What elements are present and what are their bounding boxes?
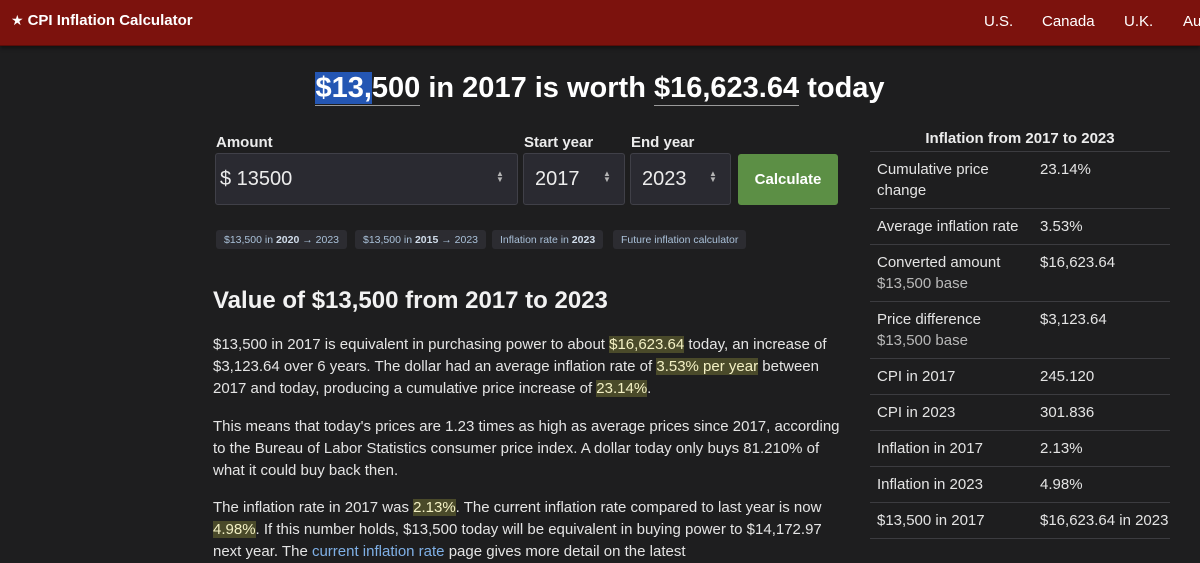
amount-input[interactable]: $ 13500 ▲ ▼ — [215, 153, 518, 205]
end-year-select[interactable]: 2023 ▲ ▼ — [630, 153, 731, 205]
paragraph-cpi: This means that today's prices are 1.23 … — [213, 418, 840, 479]
current-inflation-rate-link[interactable]: current inflation rate — [312, 543, 445, 560]
row-value: 2.13% — [1033, 430, 1170, 467]
table-row: Inflation in 2023 4.98% — [870, 466, 1170, 503]
headline-end: today — [799, 72, 885, 104]
label-text: Average inflation rate — [877, 218, 1019, 235]
nav-link-canada[interactable]: Canada — [1042, 13, 1095, 30]
chip-text: → 2023 — [299, 234, 340, 246]
end-year-chevron-icon: ▲ ▼ — [709, 169, 717, 184]
table-row: Average inflation rate 3.53% — [870, 208, 1170, 245]
table-row: CPI in 2017 245.120 — [870, 358, 1170, 395]
stats-table-title: Inflation from 2017 to 2023 — [925, 130, 1115, 147]
row-label: $13,500 in 2017 — [870, 502, 1033, 539]
start-year-value: 2017 — [535, 168, 580, 190]
text: The inflation rate in 2017 was — [213, 499, 414, 516]
headline-amount-selected: $13, — [315, 72, 372, 104]
highlight-2017-rate: 2.13% — [413, 499, 456, 516]
row-label: Inflation in 2017 — [870, 430, 1033, 467]
table-row: Cumulative price change 23.14% — [870, 151, 1170, 209]
chip-year: 2020 — [275, 234, 300, 246]
amount-label: Amount — [216, 134, 273, 151]
highlight-current-rate: 4.98% — [213, 521, 256, 538]
row-label: Price difference $13,500 base — [870, 301, 1033, 359]
end-year-value: 2023 — [642, 168, 687, 190]
text: . The current inflation rate compared to… — [455, 499, 822, 516]
headline-amount: $13,500 — [315, 72, 421, 106]
text: . — [647, 380, 652, 397]
headline-middle: in 2017 is worth — [420, 72, 654, 104]
text: page gives more detail on the latest — [444, 543, 686, 560]
row-value: $16,623.64 — [1033, 244, 1170, 302]
paragraph-summary: $13,500 in 2017 is equivalent in purchas… — [213, 334, 843, 400]
label-text: Converted amount — [877, 254, 1001, 271]
row-value: $3,123.64 — [1033, 301, 1170, 359]
label-text: Inflation in 2017 — [877, 440, 983, 457]
row-label: Average inflation rate — [870, 208, 1033, 245]
label-text: Price difference — [877, 311, 981, 328]
row-value: 23.14% — [1033, 151, 1170, 209]
row-value: 3.53% — [1033, 208, 1170, 245]
row-label: Inflation in 2023 — [870, 466, 1033, 503]
chip-text: $13,500 in — [363, 234, 415, 246]
star-icon: ★ — [11, 12, 24, 28]
chip-text: $13,500 in — [224, 234, 276, 246]
table-row: $13,500 in 2017 $16,623.64 in 2023 — [870, 502, 1170, 539]
row-label: Cumulative price change — [870, 151, 1033, 209]
section-title: Value of $13,500 from 2017 to 2023 — [213, 287, 608, 314]
top-navbar: ★ CPI Inflation Calculator U.S. Canada U.… — [0, 0, 1200, 46]
label-text: CPI in 2023 — [877, 404, 956, 421]
stats-table: Cumulative price change 23.14% Average i… — [870, 151, 1170, 539]
highlight-rate: 3.53% per year — [656, 358, 759, 375]
paragraph-current-rate: The inflation rate in 2017 was 2.13%. Th… — [213, 497, 843, 563]
row-label: CPI in 2023 — [870, 394, 1033, 431]
table-row: Price difference $13,500 base $3,123.64 — [870, 301, 1170, 359]
label-text: CPI in 2017 — [877, 368, 956, 385]
label-text: Inflation in 2023 — [877, 476, 983, 493]
row-value: 4.98% — [1033, 466, 1170, 503]
amount-stepper-icon[interactable]: ▲ ▼ — [496, 170, 504, 185]
end-year-label: End year — [631, 134, 695, 151]
chip-text: Future inflation calculator — [621, 234, 739, 246]
nav-link-uk[interactable]: U.K. — [1124, 13, 1153, 30]
table-row: Inflation in 2017 2.13% — [870, 430, 1170, 467]
label-text: Cumulative price change — [877, 161, 989, 199]
chip-text: Inflation rate in — [500, 234, 572, 246]
highlight-value: $16,623.64 — [609, 336, 685, 353]
amount-value: $ 13500 — [220, 168, 293, 190]
label-subtext: $13,500 base — [877, 275, 968, 292]
start-year-label: Start year — [524, 134, 594, 151]
chip-inflation-rate-2023[interactable]: Inflation rate in 2023 — [492, 230, 604, 249]
chip-2015-to-2023[interactable]: $13,500 in 2015 → 2023 — [355, 230, 487, 249]
row-value: 301.836 — [1033, 394, 1170, 431]
page-headline: $13,500 in 2017 is worth $16,623.64 toda… — [0, 72, 1200, 106]
calculate-button[interactable]: Calculate — [738, 154, 838, 205]
chip-year: 2015 — [414, 234, 439, 246]
brand-link[interactable]: ★ CPI Inflation Calculator — [11, 12, 193, 29]
chip-year: 2023 — [571, 234, 596, 246]
nav-link-australia[interactable]: Au — [1183, 13, 1200, 30]
chip-2020-to-2023[interactable]: $13,500 in 2020 → 2023 — [216, 230, 348, 249]
headline-result: $16,623.64 — [653, 72, 800, 106]
start-year-select[interactable]: 2017 ▲ ▼ — [523, 153, 625, 205]
row-label: CPI in 2017 — [870, 358, 1033, 395]
text: $13,500 in 2017 is equivalent in purchas… — [213, 336, 610, 353]
headline-amount-rest: 500 — [371, 72, 421, 104]
chip-future-inflation[interactable]: Future inflation calculator — [613, 230, 747, 249]
brand-title: CPI Inflation Calculator — [27, 12, 193, 29]
table-row: Converted amount $13,500 base $16,623.64 — [870, 244, 1170, 302]
nav-link-us[interactable]: U.S. — [984, 13, 1013, 30]
row-value: 245.120 — [1033, 358, 1170, 395]
label-subtext: $13,500 base — [877, 332, 968, 349]
chip-text: → 2023 — [438, 234, 479, 246]
start-year-chevron-icon: ▲ ▼ — [603, 169, 611, 184]
highlight-cumulative: 23.14% — [596, 380, 648, 397]
table-row: CPI in 2023 301.836 — [870, 394, 1170, 431]
label-text: $13,500 in 2017 — [877, 512, 985, 529]
row-value: $16,623.64 in 2023 — [1033, 502, 1170, 539]
row-label: Converted amount $13,500 base — [870, 244, 1033, 302]
